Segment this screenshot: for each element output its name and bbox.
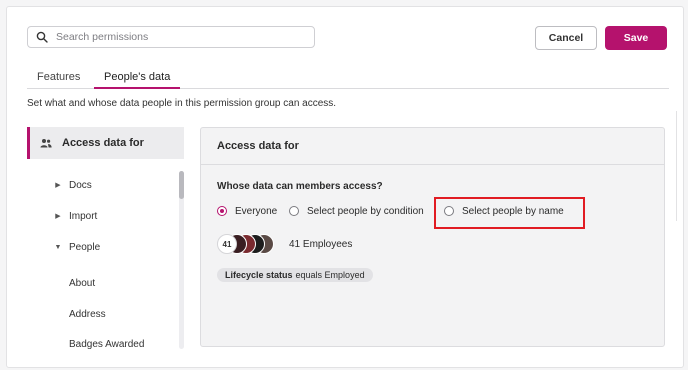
tab-features[interactable]: Features (37, 70, 80, 88)
radio-button-selected[interactable] (217, 206, 227, 216)
people-icon (40, 139, 52, 148)
search-input[interactable]: Search permissions (27, 26, 315, 48)
permission-card: Search permissions Cancel Save Features … (6, 6, 684, 368)
page-description: Set what and whose data people in this p… (27, 98, 337, 109)
chevron-down-icon: ▼ (54, 243, 62, 251)
chevron-right-icon: ▶ (55, 213, 61, 220)
nav-item-import[interactable]: ▶ Import (53, 207, 97, 225)
access-settings-panel: Access data for Whose data can members a… (200, 127, 665, 347)
nav-item-label: Docs (69, 179, 92, 191)
avatar-count: 41 (217, 234, 237, 254)
nav-scrollbar-thumb[interactable] (179, 171, 184, 199)
nav-subitem-badges-awarded[interactable]: Badges Awarded (69, 339, 144, 349)
radio-button[interactable] (289, 206, 299, 216)
nav-subitem-address[interactable]: Address (69, 309, 106, 320)
nav-item-docs[interactable]: ▶ Docs (53, 176, 92, 194)
access-question: Whose data can members access? (217, 181, 383, 192)
condition-rest: equals Employed (295, 270, 365, 280)
data-nav-list: ▶ Docs ▶ Import ▼ People About Address B… (27, 159, 185, 350)
radio-label: Everyone (235, 205, 278, 217)
tab-bar: Features People's data (27, 70, 669, 89)
nav-item-label: People (69, 241, 101, 253)
radio-everyone[interactable]: Everyone (217, 204, 277, 218)
search-icon (36, 31, 48, 43)
condition-field: Lifecycle status (225, 270, 293, 280)
avatar-stack: 41 (217, 234, 277, 254)
side-drawer-edge (676, 111, 683, 221)
nav-item-people[interactable]: ▼ People (53, 238, 101, 256)
tab-peoples-data[interactable]: People's data (93, 70, 181, 89)
radio-select-by-condition[interactable]: Select people by condition (289, 204, 424, 218)
employee-count: 41 Employees (289, 239, 353, 250)
nav-item-label: Import (69, 210, 98, 222)
chevron-right-icon: ▶ (55, 182, 61, 189)
condition-chip: Lifecycle status equals Employed (217, 268, 373, 282)
highlight-box (434, 197, 585, 229)
save-button[interactable]: Save (605, 26, 667, 50)
access-data-for-nav-header[interactable]: Access data for (27, 127, 184, 159)
radio-label: Select people by condition (307, 205, 424, 217)
search-placeholder: Search permissions (56, 31, 149, 43)
cancel-button[interactable]: Cancel (535, 26, 597, 50)
panel-header: Access data for (201, 128, 664, 165)
nav-subitem-about[interactable]: About (69, 278, 95, 289)
nav-header-label: Access data for (62, 137, 144, 149)
panel-title: Access data for (217, 140, 299, 152)
